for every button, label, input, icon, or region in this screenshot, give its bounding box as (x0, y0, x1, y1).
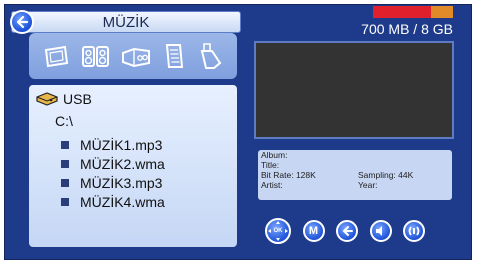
square-bullet-icon (61, 197, 69, 206)
menu-button[interactable]: M (302, 220, 325, 242)
storage-bar (373, 6, 453, 18)
hard-drive-icon (36, 92, 58, 106)
storage-text: 700 MB / 8 GB (361, 21, 453, 37)
ok-button[interactable]: OK (265, 218, 291, 244)
list-item[interactable]: MÜZİK4.wma (61, 192, 165, 211)
video-preview (254, 41, 454, 139)
back-arrow-button[interactable] (336, 220, 358, 242)
storage-used-fill (373, 6, 431, 18)
header-bar: MÜZİK (10, 10, 241, 34)
usb-stick-icon[interactable] (197, 41, 225, 71)
year-label: Year: (358, 180, 378, 190)
menu-label: M (308, 225, 319, 237)
device-row[interactable]: USB (35, 91, 92, 107)
list-item[interactable]: MÜZİK2.wma (61, 154, 165, 173)
bitrate-label: Bit Rate: 128K (261, 170, 316, 180)
document-icon[interactable] (160, 41, 188, 71)
sampling-label: Sampling: 44K (358, 170, 414, 180)
storage-free-fill (431, 6, 453, 18)
file-name: MÜZİK2.wma (80, 155, 165, 172)
left-arrow-icon (342, 226, 353, 236)
current-path: C:\ (55, 113, 73, 129)
audio-mode-button[interactable] (403, 220, 425, 242)
ok-label: OK (273, 228, 283, 234)
square-bullet-icon (61, 159, 69, 168)
track-info-panel: Album: Title: Bit Rate: 128K Sampling: 4… (258, 150, 452, 200)
file-name: MÜZİK4.wma (80, 193, 165, 210)
square-bullet-icon (61, 140, 69, 149)
album-label: Album: (261, 150, 288, 160)
speaker-icon[interactable] (80, 41, 112, 71)
square-bullet-icon (61, 178, 69, 187)
artist-label: Artist: (261, 180, 283, 190)
page-title: MÜZİK (102, 14, 150, 31)
media-type-bar (29, 33, 237, 79)
list-item[interactable]: MÜZİK1.mp3 (61, 135, 165, 154)
music-box-icon[interactable] (120, 41, 152, 71)
volume-icon (375, 226, 382, 236)
device-label: USB (63, 91, 92, 107)
file-list: MÜZİK1.mp3 MÜZİK2.wma MÜZİK3.mp3 MÜZİK4.… (61, 135, 165, 211)
file-name: MÜZİK1.mp3 (80, 136, 163, 153)
control-bar: OK M (265, 217, 425, 245)
music-player-screen: MÜZİK USB C:\ MÜZİK1.mp3 MÜZİK2.wma MÜZİ… (4, 4, 472, 260)
list-item[interactable]: MÜZİK3.mp3 (61, 173, 165, 192)
photo-icon[interactable] (41, 41, 71, 71)
file-name: MÜZİK3.mp3 (80, 174, 163, 191)
file-browser: USB C:\ MÜZİK1.mp3 MÜZİK2.wma MÜZİK3.mp3… (29, 85, 237, 247)
volume-button[interactable] (369, 220, 392, 242)
title-label: Title: (261, 160, 280, 170)
sound-waves-icon (408, 226, 420, 236)
